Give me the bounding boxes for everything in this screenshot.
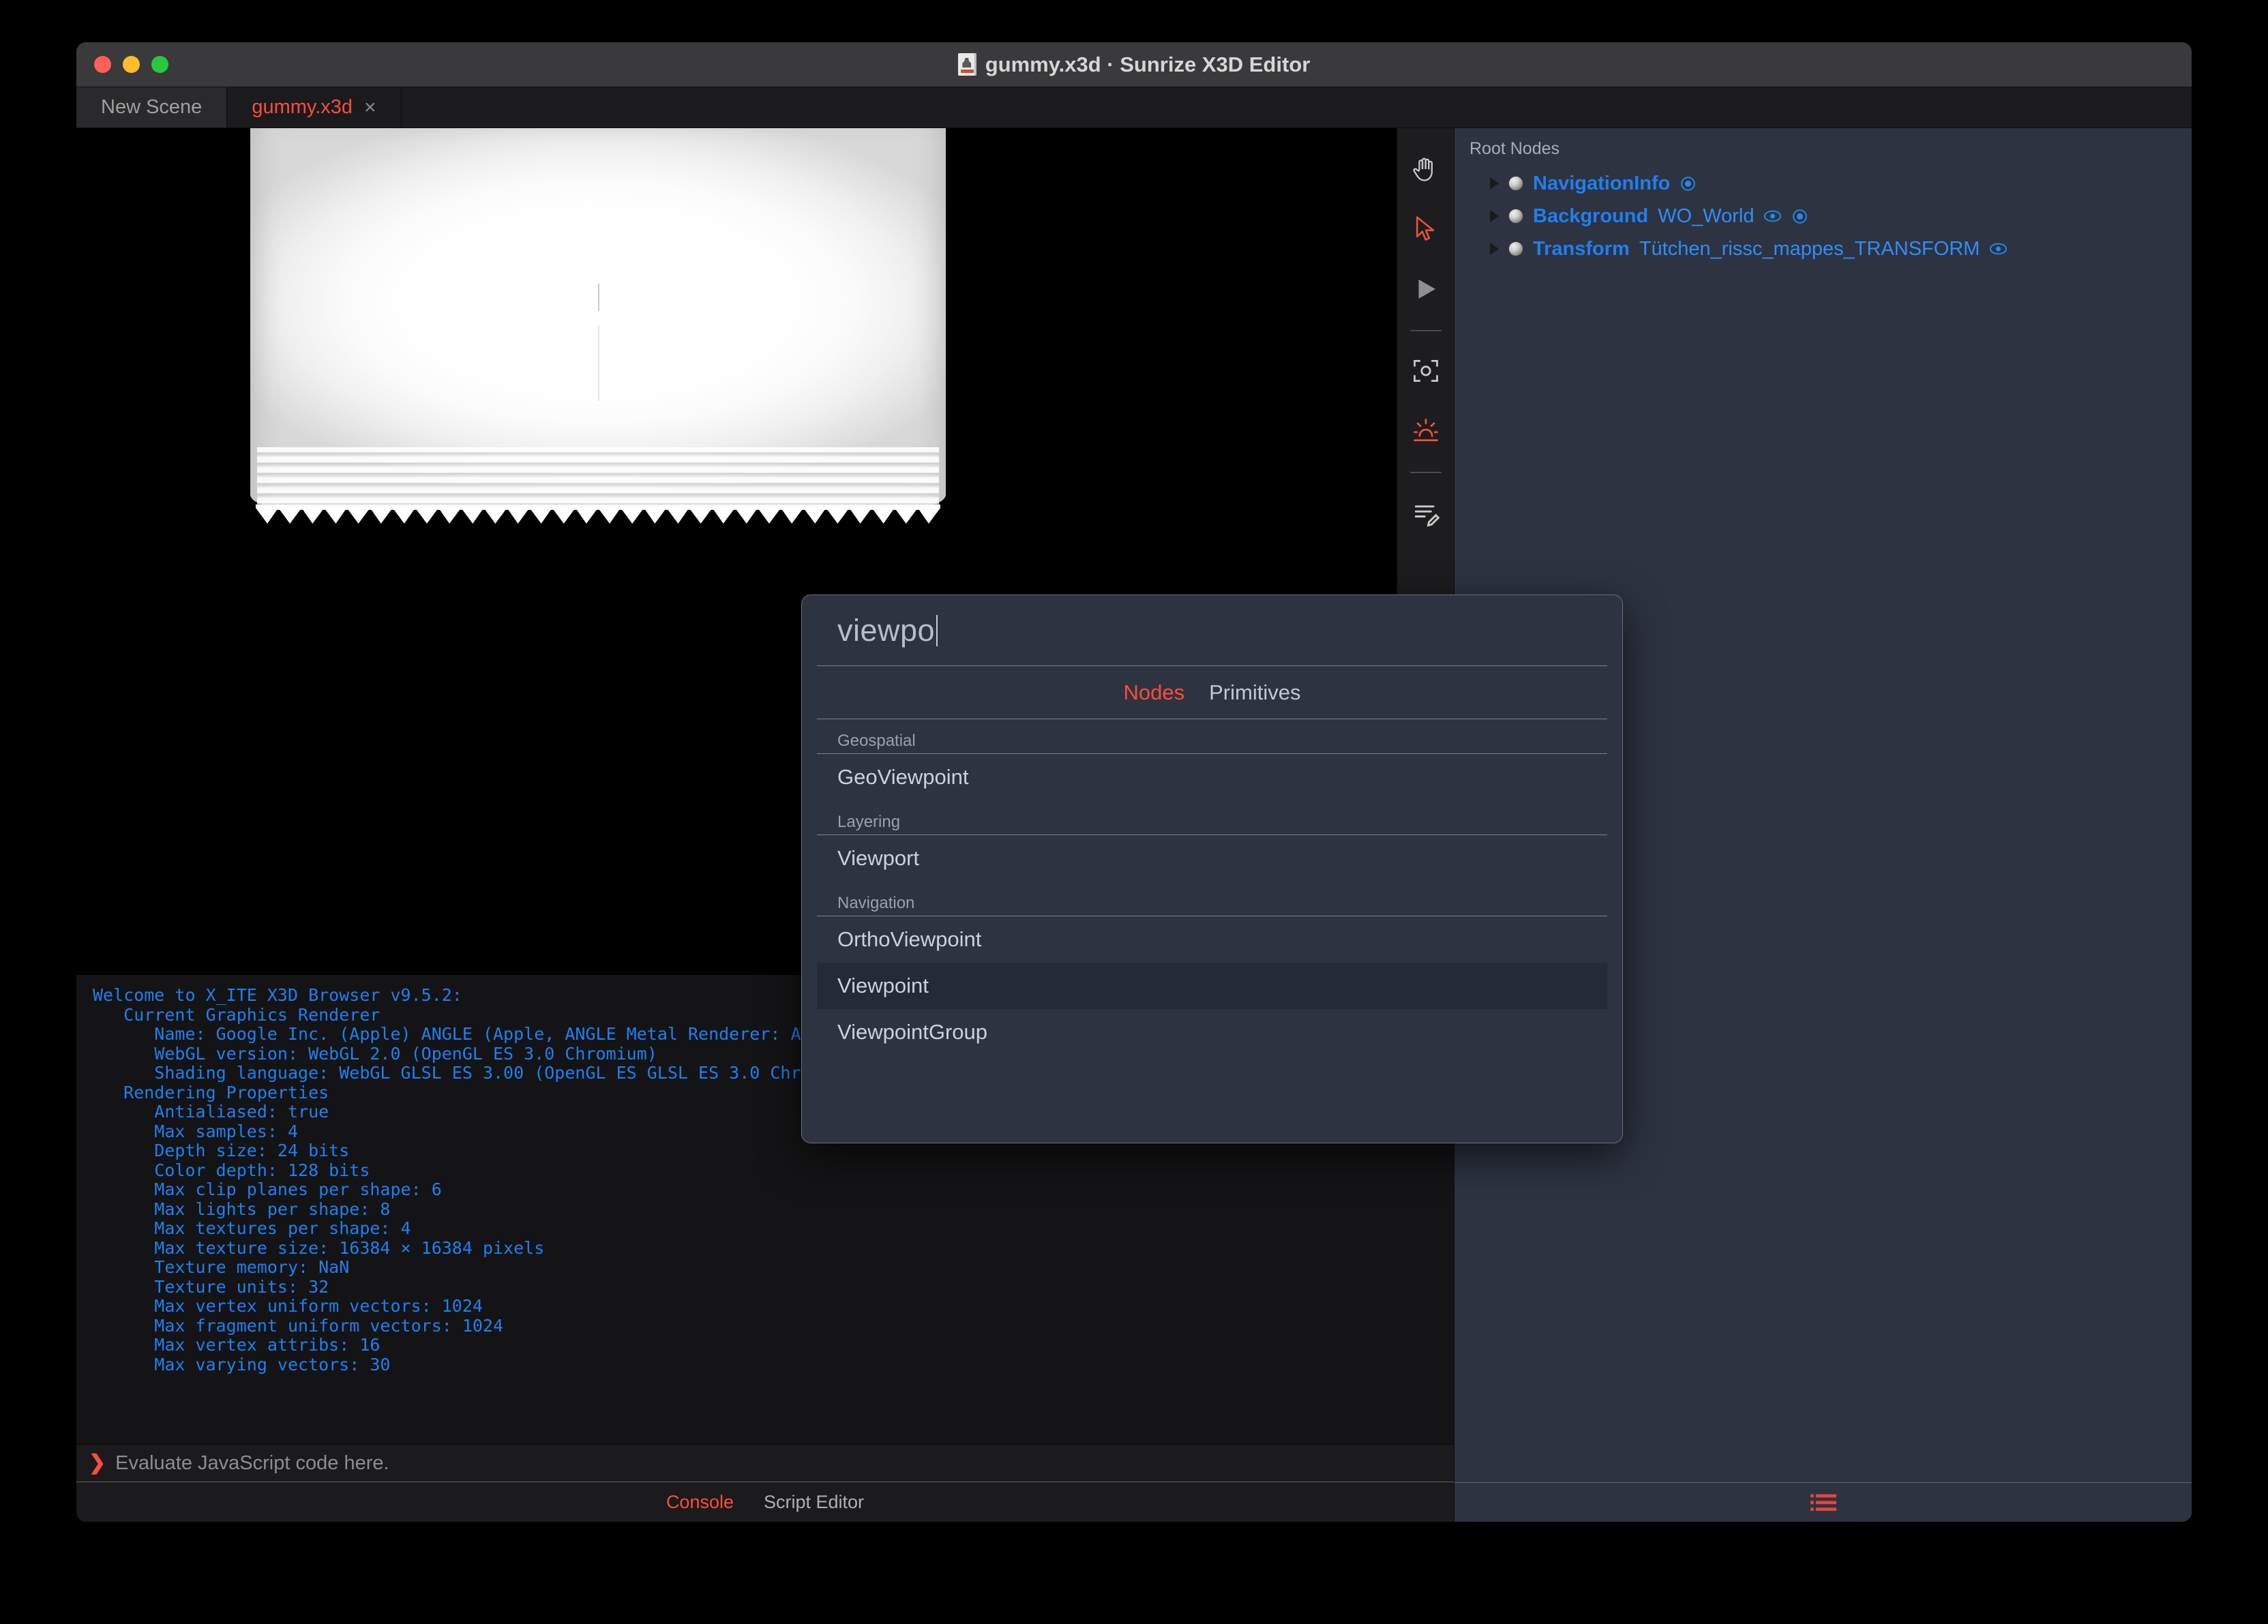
text-caret (936, 614, 938, 646)
chevron-right-icon[interactable] (1490, 210, 1499, 222)
list-view-icon[interactable] (1810, 1492, 1836, 1513)
eye-icon[interactable] (1763, 209, 1782, 224)
tab-console[interactable]: Console (666, 1492, 734, 1513)
viewpoint-frame-tool-icon[interactable] (1401, 346, 1450, 395)
edit-script-tool-icon[interactable] (1401, 488, 1450, 537)
tab-label: New Scene (101, 96, 203, 118)
tab-label: gummy.x3d (252, 96, 353, 118)
toolbar-separator (1409, 472, 1442, 473)
tree-row-background[interactable]: Background WO_World (1469, 200, 2192, 232)
play-tool-icon[interactable] (1401, 265, 1450, 314)
group-label-layering: Layering (817, 800, 1607, 835)
model-seam-lower (598, 326, 599, 401)
option-geoviewpoint[interactable]: GeoViewpoint (817, 754, 1607, 800)
tab-new-scene[interactable]: New Scene (76, 87, 228, 127)
window-title: gummy.x3d · Sunrize X3D Editor (76, 42, 2192, 87)
scene-tab-bar: New Scene gummy.x3d × (76, 87, 2192, 128)
window-title-text: gummy.x3d · Sunrize X3D Editor (985, 52, 1311, 76)
model-ridges (257, 447, 939, 510)
node-sphere-icon (1508, 209, 1523, 224)
option-viewpoint[interactable]: Viewpoint (817, 963, 1607, 1009)
option-orthoviewpoint[interactable]: OrthoViewpoint (817, 916, 1607, 963)
node-search-popup: viewpo Nodes Primitives Geospatial GeoVi… (801, 595, 1623, 1143)
option-viewpointgroup[interactable]: ViewpointGroup (817, 1009, 1607, 1055)
option-viewport[interactable]: Viewport (817, 835, 1607, 882)
tab-primitives[interactable]: Primitives (1209, 680, 1300, 705)
node-search-input-value[interactable]: viewpo (837, 613, 938, 648)
application-window: gummy.x3d · Sunrize X3D Editor New Scene… (76, 42, 2192, 1522)
javascript-prompt-row[interactable]: ❯ Evaluate JavaScript code here. (76, 1444, 1454, 1482)
root-nodes-label: Root Nodes (1469, 139, 1560, 158)
tree-row-navigationinfo[interactable]: NavigationInfo (1469, 167, 2192, 200)
model-serrated-edge (256, 505, 940, 524)
group-label-navigation: Navigation (817, 882, 1607, 916)
gummy-bag-model (250, 128, 946, 551)
bound-circle-icon[interactable] (1791, 208, 1808, 225)
node-search-field[interactable]: viewpo (817, 595, 1607, 666)
hand-tool-icon[interactable] (1401, 145, 1450, 194)
prompt-chevron-icon: ❯ (89, 1452, 106, 1474)
traffic-lights (94, 56, 168, 73)
sunrise-tool-icon[interactable] (1401, 406, 1450, 455)
arrow-select-tool-icon[interactable] (1401, 205, 1450, 254)
close-window-button[interactable] (94, 56, 111, 73)
tab-script-editor[interactable]: Script Editor (764, 1492, 864, 1513)
node-type-label: NavigationInfo (1533, 172, 1671, 194)
node-type-label: Background (1533, 205, 1649, 227)
window-titlebar: gummy.x3d · Sunrize X3D Editor (76, 42, 2192, 87)
node-sphere-icon (1508, 241, 1523, 256)
minimize-window-button[interactable] (123, 56, 140, 73)
model-seam-upper (598, 284, 599, 311)
tab-gummy-x3d[interactable]: gummy.x3d × (227, 87, 402, 127)
eye-icon[interactable] (1989, 241, 2008, 256)
maximize-window-button[interactable] (151, 56, 168, 73)
bound-circle-icon[interactable] (1680, 175, 1697, 192)
node-type-label: Transform (1533, 237, 1630, 260)
node-name-label: Tütchen_rissc_mappes_TRANSFORM (1639, 237, 1980, 260)
outline-panel-footer (1454, 1482, 2192, 1522)
node-sphere-icon (1508, 176, 1523, 191)
search-text: viewpo (837, 612, 936, 648)
javascript-input-placeholder[interactable]: Evaluate JavaScript code here. (115, 1452, 389, 1475)
chevron-right-icon[interactable] (1490, 243, 1499, 255)
popup-category-tabs: Nodes Primitives (817, 666, 1607, 719)
tab-nodes[interactable]: Nodes (1124, 680, 1185, 705)
console-bottom-tabs: Console Script Editor (76, 1482, 1454, 1522)
chevron-right-icon[interactable] (1490, 177, 1499, 190)
group-label-geospatial: Geospatial (817, 719, 1607, 754)
x3d-document-icon (957, 53, 976, 76)
toolbar-separator (1409, 330, 1442, 331)
close-icon[interactable]: × (364, 97, 376, 118)
tree-row-transform[interactable]: Transform Tütchen_rissc_mappes_TRANSFORM (1469, 232, 2192, 265)
node-name-label: WO_World (1658, 205, 1755, 227)
